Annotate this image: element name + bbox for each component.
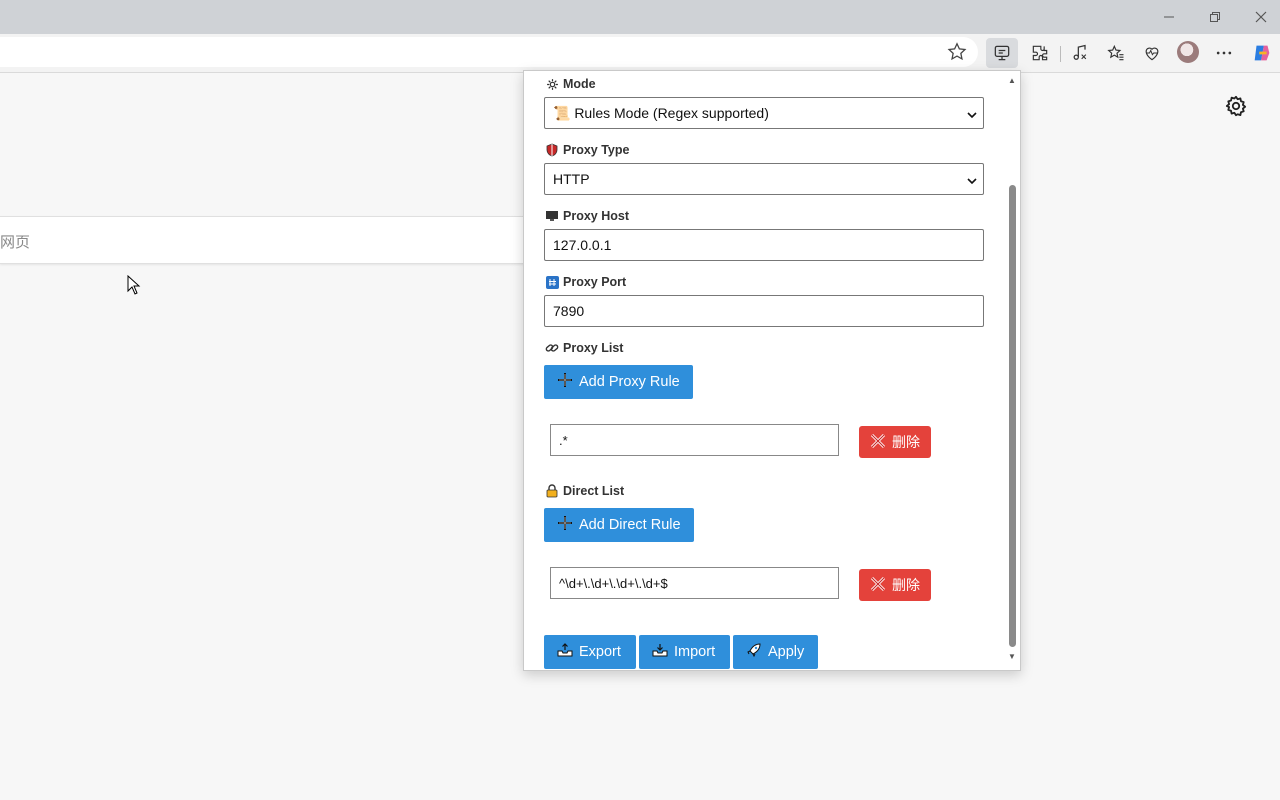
numbers-icon [545, 275, 559, 289]
restore-icon[interactable] [1204, 6, 1226, 28]
proxy-host-input[interactable]: 127.0.0.1 [544, 229, 984, 261]
lock-icon [545, 484, 559, 498]
proxy-type-select[interactable]: HTTP [544, 163, 984, 195]
favorites-list-icon[interactable] [1104, 41, 1128, 65]
import-button[interactable]: Import [639, 635, 730, 669]
favorite-star-icon[interactable] [946, 41, 968, 63]
settings-gear-icon [545, 77, 559, 91]
proxy-list-label: Proxy List [545, 341, 623, 355]
plus-icon [557, 515, 573, 535]
window-titlebar [0, 0, 1280, 34]
direct-rule-input[interactable]: ^\d+\.\d+\.\d+\.\d+$ [550, 567, 839, 599]
minimize-icon[interactable] [1158, 6, 1180, 28]
profile-avatar[interactable] [1177, 41, 1199, 63]
popup-scrollbar[interactable]: ▲ ▼ [1006, 71, 1020, 670]
plus-icon [557, 372, 573, 392]
chevron-down-icon [967, 173, 977, 185]
chevron-down-icon [967, 107, 977, 119]
add-proxy-rule-button[interactable]: Add Proxy Rule [544, 365, 693, 399]
cross-icon [870, 433, 886, 452]
rocket-icon [746, 642, 762, 662]
add-direct-rule-button[interactable]: Add Direct Rule [544, 508, 694, 542]
browser-toolbar [0, 34, 1280, 73]
settings-gear-icon[interactable] [1225, 95, 1247, 117]
delete-proxy-rule-button[interactable]: 删除 [859, 426, 931, 458]
proxy-extension-popup: Mode 📜 Rules Mode (Regex supported) Prox… [523, 70, 1021, 671]
scrollbar-thumb[interactable] [1009, 185, 1016, 647]
proxy-extension-icon[interactable] [986, 38, 1018, 68]
monitor-icon [545, 209, 559, 223]
inbox-tray-icon [652, 643, 668, 661]
media-music-icon[interactable] [1068, 41, 1092, 65]
page-search-box[interactable]: 网页 [0, 216, 561, 264]
proxy-port-input[interactable]: 7890 [544, 295, 984, 327]
mode-select[interactable]: 📜 Rules Mode (Regex supported) [544, 97, 984, 129]
address-bar[interactable] [0, 37, 978, 67]
export-button[interactable]: Export [544, 635, 636, 669]
proxy-host-label: Proxy Host [545, 209, 629, 223]
cross-icon [870, 576, 886, 595]
proxy-rule-input[interactable]: .* [550, 424, 839, 456]
delete-direct-rule-button[interactable]: 删除 [859, 569, 931, 601]
copilot-icon[interactable] [1250, 41, 1274, 65]
apply-button[interactable]: Apply [733, 635, 818, 669]
page-search-hint: 网页 [0, 234, 31, 251]
direct-list-label: Direct List [545, 484, 624, 498]
link-icon [545, 341, 559, 355]
scroll-down-arrow-icon[interactable]: ▼ [1007, 653, 1017, 661]
more-options-icon[interactable] [1212, 41, 1236, 65]
mode-label: Mode [545, 77, 596, 91]
toolbar-divider [1060, 46, 1061, 62]
scroll-up-arrow-icon[interactable]: ▲ [1007, 77, 1017, 85]
outbox-tray-icon [557, 643, 573, 661]
close-icon[interactable] [1250, 6, 1272, 28]
proxy-port-label: Proxy Port [545, 275, 626, 289]
proxy-type-label: Proxy Type [545, 143, 629, 157]
shield-icon [545, 143, 559, 157]
extensions-puzzle-icon[interactable] [1028, 41, 1052, 65]
performance-heart-icon[interactable] [1140, 41, 1164, 65]
mouse-cursor-icon [127, 274, 141, 300]
